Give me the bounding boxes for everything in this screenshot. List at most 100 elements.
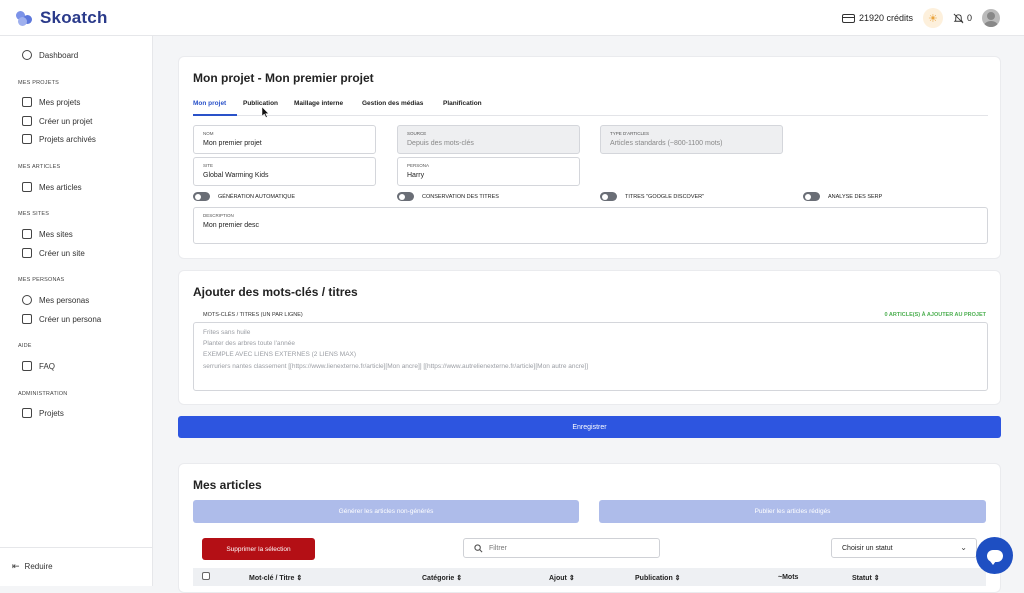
monitor-icon [22,229,32,239]
sidebar-item-label: Créer un site [39,248,85,258]
sidebar-section-personas: MES PERSONAS [18,277,65,283]
column-header-words[interactable]: ~Mots [778,574,798,581]
sidebar-item-label: Créer un persona [39,314,102,324]
column-header-keyword[interactable]: Mot-clé / Titre ⇕ [249,574,302,582]
tab-internal-linking[interactable]: Maillage interne [294,100,343,107]
bell-off-icon [953,13,964,23]
column-header-added[interactable]: Ajout ⇕ [549,574,575,582]
sidebar-item-create-project[interactable]: Créer un projet [22,116,92,126]
article-type-field: TYPE D'ARTICLES Articles standards (~800… [600,125,783,154]
theme-toggle-sun-icon[interactable]: ☀ [922,8,943,28]
tab-publication[interactable]: Publication [243,100,278,107]
keywords-textarea[interactable]: Frites sans huile Planter des arbres tou… [193,322,988,391]
chevron-down-icon: ⌄ [960,543,967,552]
filter-input[interactable]: Filtrer [463,538,660,558]
toggle-switch[interactable] [193,192,210,201]
status-select-value: Choisir un statut [842,544,893,552]
mouse-cursor-icon [262,107,270,118]
plus-square-icon [22,314,32,324]
credit-card-icon [841,13,855,23]
site-select[interactable]: SITE Global Warming Kids [193,157,376,186]
article-type-value: Articles standards (~800-1100 mots) [610,140,723,147]
source-label: SOURCE [407,131,427,136]
sidebar-section-admin: ADMINISTRATION [18,391,68,397]
toggle-switch[interactable] [600,192,617,201]
sidebar-item-my-articles[interactable]: Mes articles [22,182,82,192]
articles-count-badge: 0 ARTICLE(S) À AJOUTER AU PROJET [884,312,986,318]
tab-my-project[interactable]: Mon projet [193,100,226,107]
toggle-switch[interactable] [803,192,820,201]
delete-selection-button[interactable]: Supprimer la sélection [202,538,315,560]
users-icon [22,295,32,305]
active-tab-indicator [193,114,237,116]
sidebar-item-label: Mes articles [39,182,82,192]
persona-select[interactable]: PERSONA Harry [397,157,580,186]
top-bar: Skoatch 21920 crédits ☀ 0 [0,0,1024,36]
logo[interactable]: Skoatch [16,8,108,28]
description-value: Mon premier desc [203,222,260,229]
sidebar-item-archived-projects[interactable]: Projets archivés [22,134,96,144]
toggle-serp-analysis[interactable]: ANALYSE DES SERP [803,192,882,201]
save-button[interactable]: Enregistrer [178,416,1001,438]
sidebar-item-my-projects[interactable]: Mes projets [22,97,80,107]
notifications-button[interactable]: 0 [953,13,972,24]
site-label: SITE [203,163,214,168]
keywords-card: Ajouter des mots-clés / titres MOTS-CLÉS… [178,270,1001,405]
sidebar-item-create-site[interactable]: Créer un site [22,248,85,258]
tab-planning[interactable]: Planification [443,100,482,107]
toggle-auto-generation[interactable]: GÉNÉRATION AUTOMATIQUE [193,192,295,201]
reduce-label: Reduire [24,562,53,571]
column-header-publication[interactable]: Publication ⇕ [635,574,681,582]
sidebar-item-faq[interactable]: FAQ [22,361,55,371]
description-label: DESCRIPTION [203,213,234,218]
sidebar-item-label: FAQ [39,361,56,371]
tab-media-management[interactable]: Gestion des médias [362,100,423,107]
sidebar-section-projects: MES PROJETS [18,80,60,86]
toggle-label: GÉNÉRATION AUTOMATIQUE [218,193,296,200]
collapse-icon: ⇤ [12,561,20,571]
document-icon [22,182,32,192]
toggle-label: CONSERVATION DES TITRES [422,193,499,200]
name-field[interactable]: NOM Mon premier projet [193,125,376,154]
description-textarea[interactable]: DESCRIPTION Mon premier desc [193,207,988,244]
column-header-category[interactable]: Catégorie ⇕ [422,574,462,582]
user-avatar[interactable] [982,9,1000,27]
logo-icon [16,10,34,26]
column-header-status[interactable]: Statut ⇕ [852,574,880,582]
notification-count: 0 [966,13,972,23]
status-select[interactable]: Choisir un statut ⌄ [831,538,977,558]
filter-placeholder: Filtrer [489,544,507,552]
select-all-checkbox[interactable] [202,572,210,580]
sidebar-reduce-button[interactable]: ⇤ Reduire [12,561,53,572]
toggle-google-discover[interactable]: TITRES "GOOGLE DISCOVER" [600,192,704,201]
plus-square-icon [22,248,32,258]
keywords-label: MOTS-CLÉS / TITRES (UN PAR LIGNE) [203,312,303,318]
sidebar-item-dashboard[interactable]: Dashboard [22,50,78,60]
chat-support-button[interactable] [976,537,1013,574]
placeholder-line: EXEMPLE AVEC LIENS EXTERNES (2 LIENS MAX… [203,351,357,358]
sidebar-item-my-personas[interactable]: Mes personas [22,295,89,305]
app-name: Skoatch [40,7,108,27]
site-value: Global Warming Kids [203,172,269,179]
credits-display[interactable]: 21920 crédits [841,13,913,23]
source-field: SOURCE Depuis des mots-clés [397,125,580,154]
publish-articles-button[interactable]: Publier les articles rédigés [599,500,986,523]
article-type-label: TYPE D'ARTICLES [610,131,650,136]
sidebar-item-admin-projects[interactable]: Projets [22,408,64,418]
sidebar-item-label: Mes projets [39,97,81,107]
generate-articles-button[interactable]: Générer les articles non-générés [193,500,579,523]
name-value: Mon premier projet [203,140,262,147]
sidebar-item-create-persona[interactable]: Créer un persona [22,314,101,324]
sidebar-item-label: Mes personas [39,295,90,305]
page-title: Mon projet - Mon premier projet [193,71,374,85]
toggle-keep-titles[interactable]: CONSERVATION DES TITRES [397,192,499,201]
sidebar-section-sites: MES SITES [18,211,50,217]
briefcase-icon [22,408,32,418]
sidebar-item-my-sites[interactable]: Mes sites [22,229,73,239]
placeholder-line: serruriers nantes classement [[https://w… [203,363,589,370]
toggle-switch[interactable] [397,192,414,201]
archive-icon [22,134,32,144]
sidebar-item-label: Mes sites [39,229,73,239]
credits-text: 21920 crédits [858,13,913,23]
sidebar-item-label: Projets archivés [39,134,96,144]
